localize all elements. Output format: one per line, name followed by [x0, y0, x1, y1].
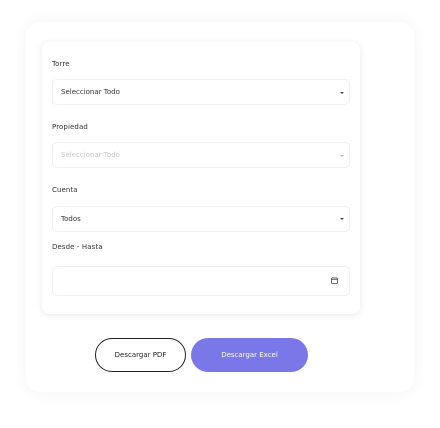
download-excel-label: Descargar Excel: [221, 351, 278, 359]
download-pdf-button[interactable]: Descargar PDF: [95, 338, 186, 372]
cuenta-select[interactable]: Todos: [52, 206, 350, 232]
cuenta-select-value: Todos: [61, 215, 81, 223]
propiedad-label: Propiedad: [52, 123, 88, 131]
propiedad-select[interactable]: Seleccionar Todo: [52, 142, 350, 168]
torre-select-value: Seleccionar Todo: [61, 88, 120, 96]
cuenta-chevron-down-icon[interactable]: [340, 218, 344, 220]
torre-select[interactable]: Seleccionar Todo: [52, 79, 350, 105]
propiedad-chevron-down-icon[interactable]: [340, 155, 344, 157]
propiedad-select-placeholder: Seleccionar Todo: [61, 151, 120, 159]
fechas-label: Desde - Hasta: [52, 243, 103, 251]
torre-chevron-down-icon[interactable]: [340, 92, 344, 94]
date-range-input[interactable]: [52, 266, 350, 296]
torre-label: Torre: [52, 60, 70, 68]
cuenta-label: Cuenta: [52, 186, 78, 194]
calendar-icon[interactable]: [331, 277, 338, 284]
download-pdf-label: Descargar PDF: [114, 351, 167, 359]
download-excel-button[interactable]: Descargar Excel: [191, 338, 308, 372]
